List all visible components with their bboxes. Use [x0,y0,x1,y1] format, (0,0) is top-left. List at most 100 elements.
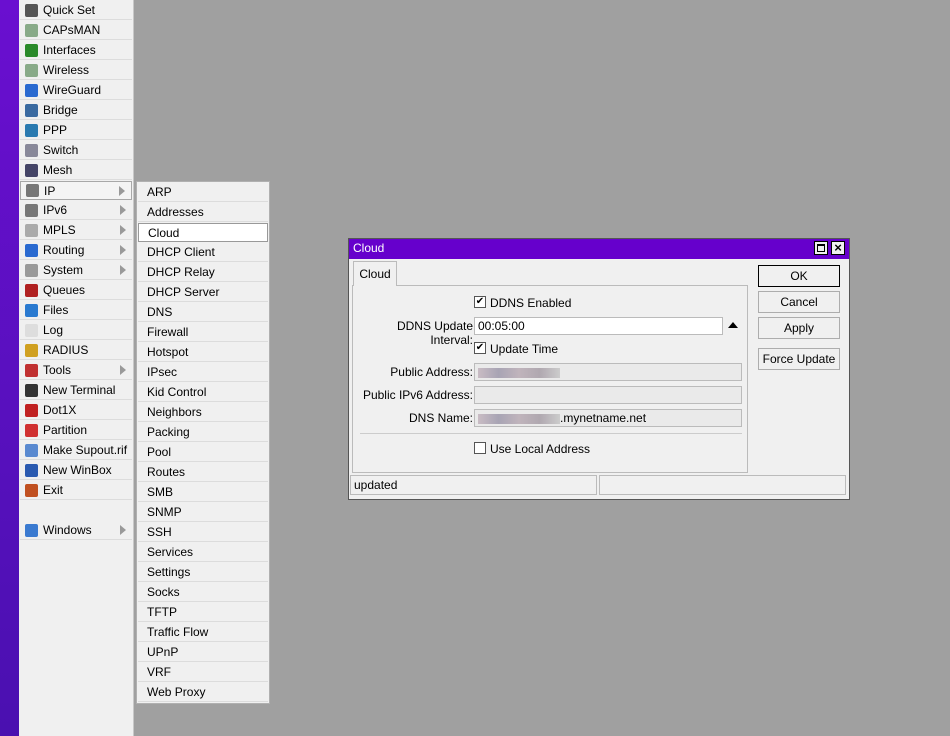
menu-item-make-supout-rif[interactable]: Make Supout.rif [20,441,132,460]
menu-item-ipv6[interactable]: IPv6 [20,201,132,220]
submenu-item-services[interactable]: Services [138,543,268,562]
terminal-icon [25,383,38,397]
submenu-item-arp[interactable]: ARP [138,183,268,202]
partition-icon [25,423,38,437]
menu-item-log[interactable]: Log [20,321,132,340]
submenu-item-settings[interactable]: Settings [138,563,268,582]
submenu-item-hotspot[interactable]: Hotspot [138,343,268,362]
close-button[interactable]: × [831,241,845,255]
use-local-address-checkbox[interactable] [474,442,486,454]
submenu-item-neighbors[interactable]: Neighbors [138,403,268,422]
menu-item-label: PPP [43,123,68,137]
menu-item-mpls[interactable]: MPLS [20,221,132,240]
menu-item-label: New WinBox [43,463,112,477]
update-time-checkbox[interactable]: ✔ [474,342,486,354]
menu-item-new-terminal[interactable]: New Terminal [20,381,132,400]
menu-item-interfaces[interactable]: Interfaces [20,41,132,60]
submenu-arrow-icon [120,265,126,275]
submenu-item-smb[interactable]: SMB [138,483,268,502]
menu-item-label: System [43,263,84,277]
submenu-item-dhcp-relay[interactable]: DHCP Relay [138,263,268,282]
redacted-value [478,413,560,424]
bridge-icon [25,103,38,117]
submenu-item-ipsec[interactable]: IPsec [138,363,268,382]
menu-item-capsman[interactable]: CAPsMAN [20,21,132,40]
menu-item-switch[interactable]: Switch [20,141,132,160]
ddns-enabled-label: DDNS Enabled [490,296,572,310]
ddns-enabled-checkbox[interactable]: ✔ [474,296,486,308]
menu-item-label: IPv6 [43,203,68,217]
menu-item-files[interactable]: Files [20,301,132,320]
collapse-arrow-icon[interactable] [728,322,738,328]
submenu-item-web-proxy[interactable]: Web Proxy [138,683,268,702]
menu-item-label: RADIUS [43,343,89,357]
apply-button[interactable]: Apply [758,317,840,339]
menu-item-new-winbox[interactable]: New WinBox [20,461,132,480]
submenu-arrow-icon [120,365,126,375]
menu-item-routing[interactable]: Routing [20,241,132,260]
tab-label: Cloud [359,267,391,281]
menu-item-queues[interactable]: Queues [20,281,132,300]
submenu-arrow-icon [120,245,126,255]
menu-item-quick-set[interactable]: Quick Set [20,1,132,20]
submenu-item-socks[interactable]: Socks [138,583,268,602]
menu-item-label: Dot1X [43,403,77,417]
menu-item-dot1x[interactable]: Dot1X [20,401,132,420]
menu-item-tools[interactable]: Tools [20,361,132,380]
submenu-item-snmp[interactable]: SNMP [138,503,268,522]
menu-item-label: Make Supout.rif [43,443,128,457]
submenu-item-dhcp-server[interactable]: DHCP Server [138,283,268,302]
gear-icon [25,263,38,277]
tab-panel: ✔ DDNS Enabled DDNS Update Interval: 00:… [352,285,748,473]
menu-item-label: Bridge [43,103,78,117]
menu-item-mesh[interactable]: Mesh [20,161,132,180]
maximize-button[interactable] [814,241,828,255]
status-bar-secondary [599,475,846,495]
title-bar[interactable]: Cloud × [349,239,849,259]
submenu-arrow-icon [120,525,126,535]
public-ipv6-field [474,386,742,404]
submenu-item-tftp[interactable]: TFTP [138,603,268,622]
submenu-item-packing[interactable]: Packing [138,423,268,442]
submenu-item-dns[interactable]: DNS [138,303,268,322]
submenu-item-ssh[interactable]: SSH [138,523,268,542]
menu-item-ip[interactable]: IP [20,181,132,200]
submenu-item-cloud[interactable]: Cloud [138,223,268,242]
menu-item-bridge[interactable]: Bridge [20,101,132,120]
submenu-item-addresses[interactable]: Addresses [138,203,268,222]
folder-icon [25,303,38,317]
interval-input[interactable]: 00:05:00 [474,317,723,335]
menu-item-label: Queues [43,283,86,297]
cancel-button[interactable]: Cancel [758,291,840,313]
menu-item-ppp[interactable]: PPP [20,121,132,140]
radius-icon [25,343,38,357]
sidebar-strip [0,0,19,736]
menu-item-partition[interactable]: Partition [20,421,132,440]
submenu-item-dhcp-client[interactable]: DHCP Client [138,243,268,262]
submenu-item-firewall[interactable]: Firewall [138,323,268,342]
tools-icon [25,363,38,377]
submenu-item-routes[interactable]: Routes [138,463,268,482]
menu-item-wireguard[interactable]: WireGuard [20,81,132,100]
menu-item-label: MPLS [43,223,76,237]
ok-button[interactable]: OK [758,265,840,287]
submenu-item-upnp[interactable]: UPnP [138,643,268,662]
menu-item-label: Mesh [43,163,73,177]
submenu-item-kid-control[interactable]: Kid Control [138,383,268,402]
submenu-item-pool[interactable]: Pool [138,443,268,462]
force-update-button[interactable]: Force Update [758,348,840,370]
mesh-icon [25,163,38,177]
submenu-item-vrf[interactable]: VRF [138,663,268,682]
menu-item-wireless[interactable]: Wireless [20,61,132,80]
menu-item-label: Files [43,303,69,317]
main-menu: Quick Set CAPsMAN Interfaces Wireless WireGu… [19,0,134,736]
exit-icon [25,483,38,497]
submenu-item-traffic-flow[interactable]: Traffic Flow [138,623,268,642]
menu-item-system[interactable]: System [20,261,132,280]
tab-cloud[interactable]: Cloud [353,261,397,286]
menu-item-radius[interactable]: RADIUS [20,341,132,360]
menu-item-exit[interactable]: Exit [20,481,132,500]
interfaces-icon [25,43,38,57]
dialog-title: Cloud [353,241,385,255]
menu-item-windows[interactable]: Windows [20,521,132,540]
